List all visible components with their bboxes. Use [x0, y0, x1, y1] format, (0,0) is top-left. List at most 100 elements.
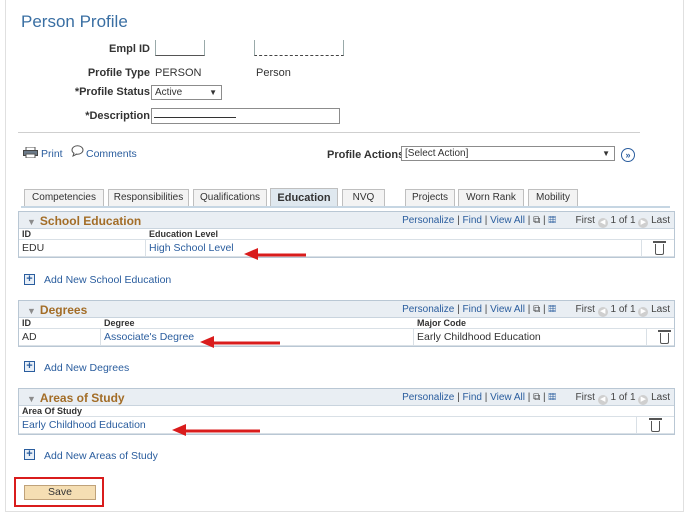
- profile-status-select[interactable]: Active ▼: [151, 85, 222, 100]
- last-label: Last: [651, 392, 670, 403]
- table-row: AD Associate's Degree Early Childhood Ed…: [19, 329, 674, 346]
- column-divider: [641, 240, 642, 256]
- view-all-link[interactable]: View All: [490, 215, 525, 226]
- go-button[interactable]: »: [621, 148, 635, 162]
- table-row: EDU High School Level: [19, 240, 674, 257]
- row-id: AD: [22, 331, 37, 343]
- tab-competencies[interactable]: Competencies: [24, 189, 104, 206]
- tab-education[interactable]: Education: [270, 188, 338, 207]
- degrees-grid: ▼ Degrees Personalize | Find | View All |…: [18, 300, 675, 347]
- previous-icon[interactable]: ◀: [597, 307, 608, 317]
- red-arrow-annotation: [244, 248, 306, 260]
- comment-icon: [71, 145, 84, 157]
- delete-row-icon[interactable]: [658, 330, 671, 344]
- tab-projects[interactable]: Projects: [405, 189, 455, 206]
- add-icon[interactable]: +: [24, 361, 35, 372]
- tab-mobility[interactable]: Mobility: [528, 189, 578, 206]
- row-id: EDU: [22, 242, 45, 254]
- degree-link[interactable]: Associate's Degree: [104, 329, 194, 345]
- personalize-link[interactable]: Personalize: [402, 215, 454, 226]
- grid-header: ▼ Areas of Study Personalize | Find | Vie…: [19, 389, 674, 406]
- profile-actions-label: Profile Actions: [327, 149, 405, 161]
- first-label: First: [575, 392, 595, 403]
- column-divider: [100, 329, 101, 345]
- profile-type-value: PERSON: [155, 67, 202, 79]
- collapse-triangle-icon: ▼: [27, 217, 36, 227]
- area-of-study-link[interactable]: Early Childhood Education: [22, 417, 146, 433]
- add-icon[interactable]: +: [24, 449, 35, 460]
- section-title[interactable]: ▼ Areas of Study: [27, 391, 125, 405]
- grid-header: ▼ Degrees Personalize | Find | View All |…: [19, 301, 674, 318]
- next-icon[interactable]: ▶: [638, 218, 649, 228]
- tab-nvq[interactable]: NVQ: [342, 189, 385, 206]
- profile-actions-selected: [Select Action]: [405, 148, 469, 159]
- add-school-education-link[interactable]: Add New School Education: [44, 274, 171, 286]
- profile-type-description: Person: [256, 67, 291, 79]
- row-count: 1 of 1: [610, 215, 636, 226]
- redacted-text: [154, 117, 236, 118]
- tab-qualifications[interactable]: Qualifications: [193, 189, 267, 206]
- next-icon[interactable]: ▶: [638, 307, 649, 317]
- tab-worn-rank[interactable]: Worn Rank: [458, 189, 524, 206]
- download-icon[interactable]: ▦: [548, 215, 556, 226]
- description-label: *Description: [85, 110, 150, 122]
- profile-status-label: *Profile Status: [74, 86, 150, 98]
- add-areas-of-study-link[interactable]: Add New Areas of Study: [44, 450, 158, 462]
- section-title[interactable]: ▼ Degrees: [27, 303, 87, 317]
- column-divider: [636, 417, 637, 433]
- profile-status-selected: Active: [155, 87, 183, 98]
- section-title[interactable]: ▼ School Education: [27, 214, 141, 228]
- column-headers: ID Education Level: [19, 229, 674, 240]
- delete-row-icon[interactable]: [649, 418, 662, 432]
- col-education-level-header: Education Level: [149, 229, 219, 239]
- personalize-link[interactable]: Personalize: [402, 304, 454, 315]
- education-level-link[interactable]: High School Level: [149, 240, 234, 256]
- save-button[interactable]: Save: [24, 485, 96, 500]
- empl-name-value: [254, 40, 344, 56]
- tab-responsibilities[interactable]: Responsibilities: [108, 189, 189, 206]
- table-row: Early Childhood Education: [19, 417, 674, 434]
- previous-icon[interactable]: ◀: [597, 395, 608, 405]
- zoom-icon[interactable]: ⧉: [533, 215, 540, 226]
- col-major-code-header: Major Code: [417, 318, 467, 328]
- row-count: 1 of 1: [610, 304, 636, 315]
- profile-actions-select[interactable]: [Select Action] ▼: [401, 146, 615, 161]
- column-headers: Area Of Study: [19, 406, 674, 417]
- personalize-link[interactable]: Personalize: [402, 392, 454, 403]
- school-education-title: School Education: [39, 214, 142, 228]
- previous-icon[interactable]: ◀: [597, 218, 608, 228]
- find-link[interactable]: Find: [463, 392, 482, 403]
- last-label: Last: [651, 304, 670, 315]
- view-all-link[interactable]: View All: [490, 392, 525, 403]
- divider: [18, 132, 640, 133]
- add-icon[interactable]: +: [24, 274, 35, 285]
- download-icon[interactable]: ▦: [548, 392, 556, 403]
- find-link[interactable]: Find: [463, 215, 482, 226]
- delete-row-icon[interactable]: [653, 241, 666, 255]
- empl-id-value: [155, 40, 205, 56]
- download-icon[interactable]: ▦: [548, 304, 556, 315]
- print-link[interactable]: Print: [41, 148, 63, 160]
- description-input[interactable]: [151, 108, 340, 124]
- find-link[interactable]: Find: [463, 304, 482, 315]
- view-all-link[interactable]: View All: [490, 304, 525, 315]
- profile-type-label: Profile Type: [87, 67, 150, 79]
- empl-id-label: Empl ID: [109, 43, 150, 55]
- col-area-of-study-header: Area Of Study: [22, 406, 83, 416]
- col-id-header: ID: [22, 318, 31, 328]
- school-education-grid: ▼ School Education Personalize | Find | V…: [18, 211, 675, 258]
- collapse-triangle-icon: ▼: [27, 394, 36, 404]
- next-icon[interactable]: ▶: [638, 395, 649, 405]
- col-id-header: ID: [22, 229, 31, 239]
- grid-toolbar: Personalize | Find | View All | ⧉ | ▦ Fi…: [402, 392, 670, 405]
- chevron-down-icon: ▼: [602, 149, 610, 158]
- tab-underline: [21, 206, 670, 208]
- last-label: Last: [651, 215, 670, 226]
- red-arrow-annotation: [172, 424, 260, 436]
- add-degrees-link[interactable]: Add New Degrees: [44, 362, 129, 374]
- save-highlight-box: Save: [14, 477, 104, 507]
- zoom-icon[interactable]: ⧉: [533, 304, 540, 315]
- zoom-icon[interactable]: ⧉: [533, 392, 540, 403]
- comments-link[interactable]: Comments: [86, 148, 137, 160]
- column-divider: [145, 240, 146, 256]
